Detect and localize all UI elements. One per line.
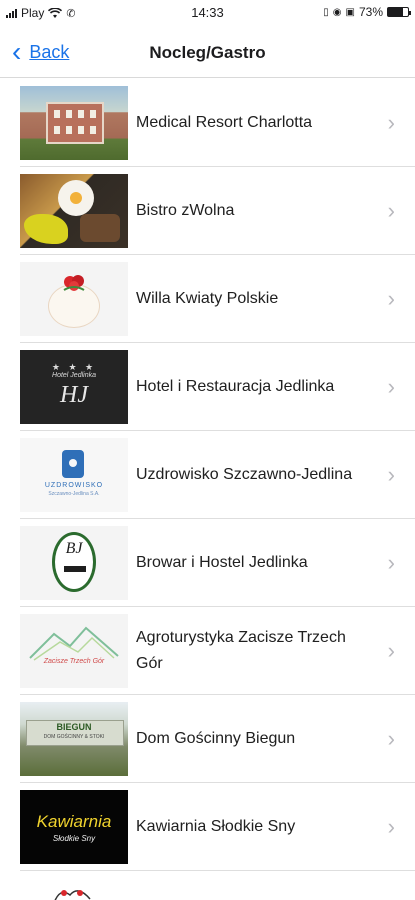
page-title: Nocleg/Gastro [149, 43, 266, 62]
list-item[interactable]: Bistro zWolna › [20, 167, 415, 255]
location-icon: ◉ [332, 6, 342, 18]
chevron-right-icon: › [387, 110, 395, 135]
venue-thumbnail [20, 85, 128, 160]
list-item[interactable]: Zacisze Trzech Gór Agroturystyka Zacisze… [20, 607, 415, 695]
navigation-bar: ‹ Back Nocleg/Gastro [0, 30, 415, 78]
venue-name: Kawiarnia Słodkie Sny [136, 817, 296, 835]
water-drop-logo [62, 449, 84, 478]
venue-list: Medical Resort Charlotta › Bistro zWolna… [0, 79, 415, 900]
venue-thumbnail: BJ [20, 525, 128, 600]
list-item-partial[interactable] [20, 871, 415, 900]
chevron-right-icon: › [387, 462, 395, 487]
sim-icon: ▣ [345, 6, 355, 18]
venue-thumbnail [20, 261, 128, 336]
venue-thumbnail: UZDROWISKO Szczawno-Jedlina S.A. [20, 437, 128, 512]
logo-text: Zacisze Trzech Gór [43, 657, 105, 665]
list-item[interactable]: Medical Resort Charlotta › [20, 79, 415, 167]
venue-thumbnail: Zacisze Trzech Gór [20, 613, 128, 688]
chevron-right-icon: › [387, 198, 395, 223]
logo-text: UZDROWISKO [44, 481, 104, 489]
chevron-right-icon: › [387, 726, 395, 751]
vibrate-icon: ▯ [323, 6, 329, 18]
venue-thumbnail: ★ ★ ★ Hotel Jedlinka HJ [20, 349, 128, 424]
venue-name: Willa Kwiaty Polskie [136, 289, 279, 307]
logo-monogram: BJ [65, 539, 83, 557]
status-bar: Play ✆ 14:33 ▯ ◉ ▣ 73% [0, 0, 415, 28]
logo-subtext: Szczawno-Jedlina S.A. [48, 490, 100, 497]
building-image [46, 101, 104, 144]
chevron-right-icon: › [387, 550, 395, 575]
list-item[interactable]: UZDROWISKO Szczawno-Jedlina S.A. Uzdrowi… [20, 431, 415, 519]
chevron-right-icon: › [387, 814, 395, 839]
status-right: ▯ ◉ ▣ 73% [323, 5, 411, 19]
venue-name: Uzdrowisko Szczawno-Jedlina [136, 465, 353, 483]
logo-subtext: Słodkie Sny [52, 833, 96, 843]
venue-name: Browar i Hostel Jedlinka [136, 553, 308, 571]
list-item[interactable]: BIEGUN DOM GOŚCINNY & STOKI Dom Gościnny… [20, 695, 415, 783]
venue-thumbnail: Kawiarnia Słodkie Sny [20, 789, 128, 864]
venue-thumbnail [20, 173, 128, 248]
logo-monogram: HJ [60, 381, 88, 408]
logo-text: BIEGUN [56, 721, 92, 732]
venue-name: Hotel i Restauracja Jedlinka [136, 377, 335, 395]
list-item[interactable]: Kawiarnia Słodkie Sny Kawiarnia Słodkie … [20, 783, 415, 871]
list-item[interactable]: ★ ★ ★ Hotel Jedlinka HJ Hotel i Restaura… [20, 343, 415, 431]
venue-name: Agroturystyka Zacisze Trzech Gór [136, 628, 346, 672]
partial-logo-image [54, 890, 91, 900]
venue-name: Medical Resort Charlotta [136, 113, 313, 131]
venue-name: Bistro zWolna [136, 201, 235, 219]
battery-fill [388, 8, 403, 16]
list-item[interactable]: BJ Browar i Hostel Jedlinka › [20, 519, 415, 607]
flower-logo [63, 274, 85, 291]
logo-subtext: DOM GOŚCINNY & STOKI [43, 733, 105, 740]
venue-name: Dom Gościnny Biegun [136, 729, 296, 747]
battery-icon [387, 7, 411, 17]
logo-text: Kawiarnia [36, 811, 112, 831]
mountains-logo [29, 626, 119, 661]
chevron-right-icon: › [387, 286, 395, 311]
list-item[interactable]: Willa Kwiaty Polskie › [20, 255, 415, 343]
logo-small-text: Hotel Jedlinka [52, 371, 96, 379]
venue-thumbnail: BIEGUN DOM GOŚCINNY & STOKI [20, 701, 128, 776]
battery-percent: 73% [358, 5, 383, 19]
chevron-right-icon: › [387, 374, 395, 399]
chevron-right-icon: › [387, 638, 395, 663]
